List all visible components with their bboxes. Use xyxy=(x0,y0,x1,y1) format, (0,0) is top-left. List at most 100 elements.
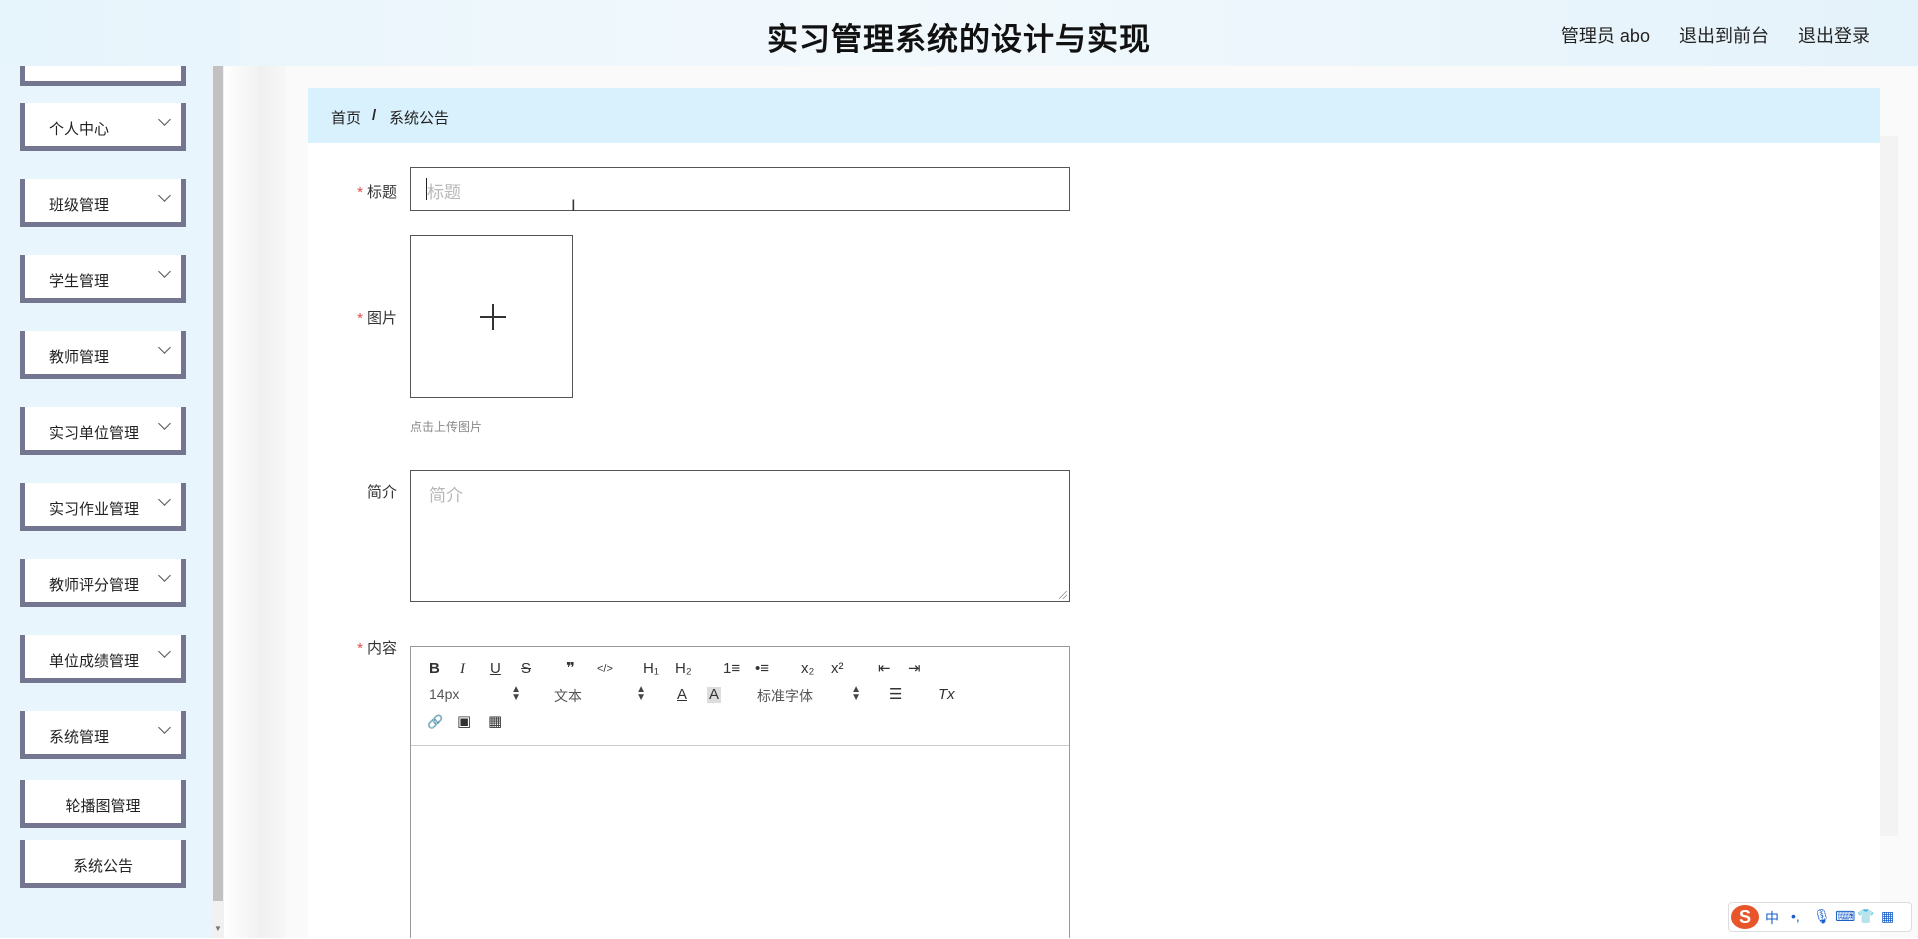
top-header: 实习管理系统的设计与实现 管理员 abo 退出到前台 退出登录 xyxy=(0,0,1918,66)
superscript-icon[interactable]: x² xyxy=(831,659,844,679)
strikethrough-icon[interactable]: S xyxy=(521,659,531,679)
intro-label: 简介 xyxy=(366,484,397,501)
intro-placeholder: 简介 xyxy=(429,486,463,505)
sidebar: 个人中心 班级管理 学生管理 教师管理 实习单位管理 实习作业管理 教师评分管理… xyxy=(0,66,212,938)
sidebar-item-internship-homework-management[interactable]: 实习作业管理 xyxy=(20,483,186,531)
image-label-text: 图片 xyxy=(366,310,397,327)
header1-icon[interactable]: H₁ xyxy=(643,659,659,679)
bullet-list-icon[interactable]: •≡ xyxy=(755,659,769,679)
font-color-icon[interactable]: A xyxy=(677,685,687,705)
sidebar-item-unit-grade-management[interactable]: 单位成绩管理 xyxy=(20,635,186,683)
sidebar-item-teacher-scoring-management[interactable]: 教师评分管理 xyxy=(20,559,186,607)
breadcrumb-current: 系统公告 xyxy=(389,110,450,127)
italic-icon[interactable]: I xyxy=(460,659,465,679)
chevron-down-icon xyxy=(158,341,171,354)
sidebar-item-label: 轮播图管理 xyxy=(65,798,141,815)
chevron-down-icon xyxy=(158,417,171,430)
select-arrows-icon: ▲ ▼ xyxy=(636,684,646,703)
image-icon[interactable]: ▣ xyxy=(457,712,471,732)
chevron-down-icon xyxy=(158,189,171,202)
punctuation-icon[interactable]: •, xyxy=(1791,908,1800,924)
required-mark: * xyxy=(357,310,363,327)
sidebar-item-label: 单位成绩管理 xyxy=(49,653,140,670)
keyboard-icon[interactable]: ⌨ xyxy=(1835,908,1855,925)
microphone-icon[interactable]: 🎙 xyxy=(1813,908,1831,925)
chevron-down-icon xyxy=(158,645,171,658)
underline-icon[interactable]: U xyxy=(490,659,501,679)
breadcrumb-home[interactable]: 首页 xyxy=(331,107,361,128)
breadcrumb: 首页 / 系统公告 xyxy=(308,88,1880,143)
breadcrumb-separator: / xyxy=(372,107,377,124)
ime-language-icon[interactable]: 中 xyxy=(1765,908,1779,928)
font-size-value: 14px xyxy=(429,686,460,702)
select-arrows-icon: ▲ ▼ xyxy=(851,684,861,703)
logout-link[interactable]: 退出登录 xyxy=(1798,26,1870,46)
sidebar-item-system-management[interactable]: 系统管理 xyxy=(20,711,186,759)
chevron-down-icon xyxy=(158,569,171,582)
sidebar-item-label: 班级管理 xyxy=(49,197,110,214)
ime-toolbar: S 中 •, 🎙 ⌨ 👕 ▦ xyxy=(1728,902,1912,932)
code-block-icon[interactable]: </> xyxy=(597,659,613,679)
image-upload-button[interactable] xyxy=(410,235,573,398)
ordered-list-icon[interactable]: 1≡ xyxy=(723,659,740,679)
font-family-select[interactable]: 标准字体 ▲ ▼ xyxy=(757,684,861,705)
image-label: * 图片 xyxy=(307,307,397,328)
header-format-select[interactable]: 文本 ▲ ▼ xyxy=(554,684,646,705)
scroll-down-arrow-icon[interactable]: ▼ xyxy=(212,922,224,936)
sidebar-item-label: 系统公告 xyxy=(72,858,133,875)
sidebar-item-label: 系统管理 xyxy=(49,729,110,746)
main-left-strip xyxy=(224,66,286,938)
required-mark: * xyxy=(357,640,363,657)
toolbox-icon[interactable]: ▦ xyxy=(1881,908,1894,925)
align-icon[interactable]: ☰ xyxy=(889,685,902,705)
sidebar-item-teacher-management[interactable]: 教师管理 xyxy=(20,331,186,379)
clear-format-icon[interactable]: Tx xyxy=(938,685,955,705)
sidebar-item-label: 个人中心 xyxy=(49,121,110,138)
plus-icon-vertical xyxy=(492,304,494,330)
sidebar-item-label: 实习单位管理 xyxy=(49,425,140,442)
sidebar-subitem-carousel-management[interactable]: 轮播图管理 xyxy=(20,780,186,828)
video-icon[interactable]: ▦ xyxy=(488,712,502,732)
rich-text-editor: B I U S ❞ </> H₁ H₂ 1≡ •≡ x₂ x² ⇤ ⇥ 14px… xyxy=(410,646,1070,938)
sidebar-item-student-management[interactable]: 学生管理 xyxy=(20,255,186,303)
bold-icon[interactable]: B xyxy=(429,659,440,679)
sidebar-item-class-management[interactable]: 班级管理 xyxy=(20,179,186,227)
font-size-select[interactable]: 14px ▲ ▼ xyxy=(429,684,521,704)
background-color-icon[interactable]: A xyxy=(707,687,722,703)
main-right-strip xyxy=(1880,136,1898,836)
text-caret xyxy=(426,178,427,200)
title-input[interactable]: 标题 xyxy=(410,167,1070,211)
header2-icon[interactable]: H₂ xyxy=(675,659,692,679)
link-icon[interactable]: 🔗 xyxy=(427,712,443,732)
select-arrows-icon: ▲ ▼ xyxy=(511,684,521,703)
outdent-icon[interactable]: ⇤ xyxy=(878,659,891,679)
editor-toolbar: B I U S ❞ </> H₁ H₂ 1≡ •≡ x₂ x² ⇤ ⇥ 14px… xyxy=(411,647,1069,746)
sidebar-subitem-system-notice[interactable]: 系统公告 xyxy=(20,840,186,888)
header-links: 管理员 abo 退出到前台 退出登录 xyxy=(1537,22,1870,48)
title-label-text: 标题 xyxy=(366,184,397,201)
required-mark: * xyxy=(357,184,363,201)
indent-icon[interactable]: ⇥ xyxy=(908,659,921,679)
chevron-down-icon xyxy=(158,113,171,126)
sidebar-item-label: 实习作业管理 xyxy=(49,501,140,518)
chevron-down-icon xyxy=(158,721,171,734)
ime-logo-icon[interactable]: S xyxy=(1731,905,1759,929)
upload-tip: 点击上传图片 xyxy=(410,420,483,434)
sidebar-item-label: 教师管理 xyxy=(49,349,110,366)
editor-content-area[interactable] xyxy=(411,746,1069,939)
title-label: * 标题 xyxy=(307,181,397,202)
intro-textarea[interactable]: 简介 xyxy=(410,470,1070,602)
blockquote-icon[interactable]: ❞ xyxy=(566,659,575,679)
chevron-down-icon xyxy=(158,493,171,506)
content-label-text: 内容 xyxy=(366,640,397,657)
content-label: * 内容 xyxy=(307,637,397,658)
skin-icon[interactable]: 👕 xyxy=(1857,908,1874,925)
sidebar-item-personal-center[interactable]: 个人中心 xyxy=(20,103,186,151)
resize-handle-icon[interactable] xyxy=(1059,591,1067,599)
exit-to-front-link[interactable]: 退出到前台 xyxy=(1679,26,1769,46)
subscript-icon[interactable]: x₂ xyxy=(801,659,814,679)
sidebar-scrollbar-thumb[interactable] xyxy=(213,66,223,901)
sidebar-item-internship-unit-management[interactable]: 实习单位管理 xyxy=(20,407,186,455)
sidebar-item-partial[interactable] xyxy=(20,66,186,86)
admin-user-link[interactable]: 管理员 abo xyxy=(1561,26,1650,46)
